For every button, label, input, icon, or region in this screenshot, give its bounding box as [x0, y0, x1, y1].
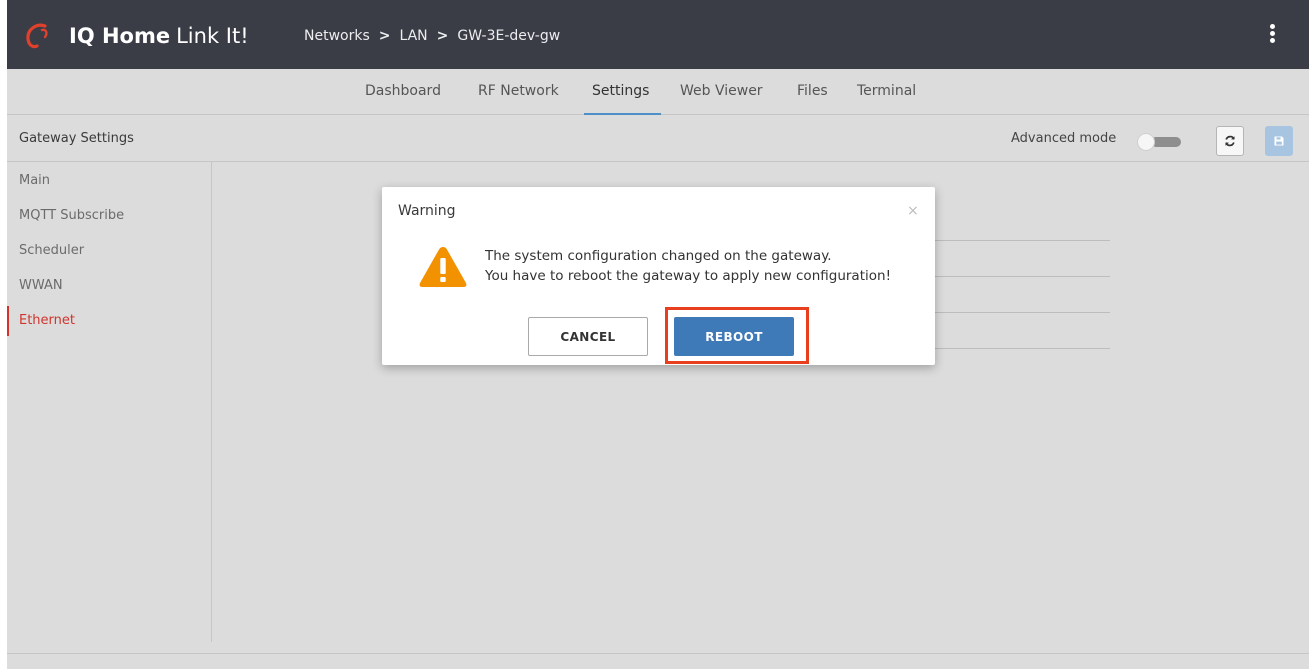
- footer-divider: [7, 653, 1309, 654]
- sidebar-item-main[interactable]: Main: [7, 166, 211, 196]
- settings-title: Gateway Settings: [19, 131, 134, 146]
- breadcrumb-networks[interactable]: Networks: [304, 28, 370, 44]
- breadcrumb: Networks > LAN > GW-3E-dev-gw: [304, 26, 560, 46]
- tab-files[interactable]: Files: [797, 79, 828, 103]
- close-icon[interactable]: ×: [907, 201, 919, 221]
- advanced-mode-toggle[interactable]: [1137, 133, 1181, 151]
- top-bar: IQ Home Link It! Networks > LAN > GW-3E-dev-g…: [7, 0, 1309, 69]
- tab-web-viewer[interactable]: Web Viewer: [680, 79, 763, 103]
- cancel-button[interactable]: CANCEL: [528, 317, 648, 356]
- breadcrumb-gateway[interactable]: GW-3E-dev-gw: [457, 28, 560, 44]
- tab-bar: Dashboard RF Network Settings Web Viewer…: [7, 69, 1309, 115]
- content-divider: [935, 348, 1110, 349]
- save-button[interactable]: [1265, 126, 1293, 156]
- sidebar-item-wwan[interactable]: WWAN: [7, 271, 211, 301]
- sidebar-item-mqtt-subscribe[interactable]: MQTT Subscribe: [7, 201, 211, 231]
- tab-settings[interactable]: Settings: [592, 79, 649, 103]
- link-logo-icon: [26, 23, 48, 49]
- settings-sidebar: Main MQTT Subscribe Scheduler WWAN Ether…: [7, 162, 212, 642]
- breadcrumb-separator: >: [436, 28, 449, 44]
- brand-product: Link It!: [176, 24, 249, 48]
- breadcrumb-lan[interactable]: LAN: [399, 28, 427, 44]
- active-tab-indicator: [584, 113, 661, 115]
- sidebar-item-scheduler[interactable]: Scheduler: [7, 236, 211, 266]
- tab-dashboard[interactable]: Dashboard: [365, 79, 441, 103]
- refresh-icon: [1225, 135, 1235, 147]
- warning-dialog: Warning × The system configuration chang…: [382, 187, 935, 365]
- tab-terminal[interactable]: Terminal: [857, 79, 916, 103]
- toggle-track: [1151, 137, 1181, 147]
- dialog-message-line: You have to reboot the gateway to apply …: [485, 268, 891, 284]
- warning-triangle-icon: [419, 247, 467, 287]
- sidebar-item-ethernet[interactable]: Ethernet: [7, 306, 211, 336]
- content-divider: [935, 276, 1110, 277]
- dialog-message: The system configuration changed on the …: [485, 246, 891, 286]
- floppy-disk-icon: [1274, 136, 1284, 146]
- breadcrumb-separator: >: [378, 28, 391, 44]
- dialog-message-line: The system configuration changed on the …: [485, 248, 832, 264]
- content-divider: [935, 240, 1110, 241]
- reboot-button[interactable]: REBOOT: [674, 317, 794, 356]
- dialog-title: Warning: [398, 203, 456, 219]
- advanced-mode-label: Advanced mode: [1011, 131, 1117, 146]
- content-divider: [935, 312, 1110, 313]
- app-brand[interactable]: IQ Home Link It!: [69, 21, 249, 51]
- refresh-button[interactable]: [1216, 126, 1244, 156]
- app-window: IQ Home Link It! Networks > LAN > GW-3E-dev-g…: [7, 0, 1309, 669]
- more-options-icon[interactable]: [1264, 24, 1280, 48]
- toggle-knob: [1137, 133, 1155, 151]
- brand-name: IQ Home: [69, 24, 171, 48]
- settings-header: Gateway Settings Advanced mode: [7, 116, 1309, 162]
- tab-rf-network[interactable]: RF Network: [478, 79, 559, 103]
